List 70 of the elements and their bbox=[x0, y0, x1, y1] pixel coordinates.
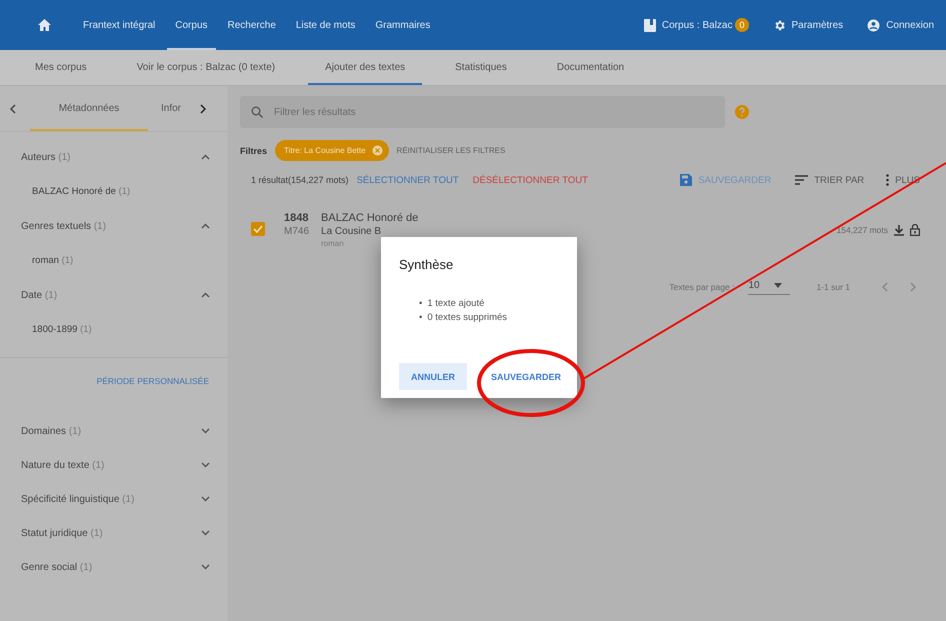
nav-tab[interactable]: Recherche bbox=[220, 0, 284, 50]
bullet: • bbox=[419, 297, 422, 311]
custom-period-link[interactable]: PÉRIODE PERSONNALISÉE bbox=[78, 358, 228, 404]
bullet: • bbox=[419, 311, 422, 325]
chevron-down-icon[interactable] bbox=[201, 564, 210, 570]
settings-link[interactable]: Paramètres bbox=[772, 18, 844, 32]
home-icon[interactable] bbox=[38, 19, 51, 31]
save-button[interactable]: SAUVEGARDER bbox=[479, 363, 574, 390]
chevron-up-icon[interactable] bbox=[201, 223, 210, 229]
result-summary: 1 résultat(154,227 mots) bbox=[251, 175, 349, 185]
per-page-label: Textes par page : bbox=[669, 282, 734, 292]
sub-tab[interactable]: Voir le corpus : Balzac (0 texte) bbox=[120, 50, 292, 85]
settings-icon bbox=[772, 18, 786, 32]
facet-value[interactable]: 1800-1899 (1) bbox=[32, 324, 92, 335]
chevron-left-icon[interactable] bbox=[10, 104, 16, 114]
genre-text: roman bbox=[321, 239, 345, 248]
sub-tab[interactable]: Ajouter des textes bbox=[308, 50, 422, 85]
author-name: BALZAC Honoré de bbox=[321, 212, 418, 224]
sidebar-tab[interactable]: Métadonnées bbox=[30, 86, 148, 131]
cancel-button[interactable]: ANNULER bbox=[399, 363, 467, 390]
account-icon bbox=[867, 18, 880, 32]
facet-label[interactable]: Auteurs (1) bbox=[21, 152, 70, 162]
facet-label[interactable]: Genre social (1) bbox=[21, 562, 92, 572]
nav-tab[interactable]: Grammaires bbox=[367, 0, 438, 50]
chevron-down-icon[interactable] bbox=[201, 462, 210, 468]
dropdown-caret-icon bbox=[774, 283, 782, 288]
chevron-down-icon[interactable] bbox=[201, 428, 210, 434]
sidebar-tab[interactable]: Infor bbox=[152, 86, 190, 131]
sort-link[interactable]: TRIER PAR bbox=[795, 174, 864, 186]
facet-value[interactable]: BALZAC Honoré de (1) bbox=[32, 186, 130, 197]
page-range: 1-1 sur 1 bbox=[816, 282, 850, 292]
login-link[interactable]: Connexion bbox=[867, 18, 934, 32]
lock-icon[interactable] bbox=[910, 224, 920, 236]
checkbox[interactable] bbox=[251, 222, 265, 236]
chevron-up-icon[interactable] bbox=[201, 154, 210, 160]
word-count: 154,227 mots bbox=[836, 225, 888, 235]
facet-label[interactable]: Statut juridique (1) bbox=[21, 528, 103, 538]
corpus-link[interactable]: Corpus : Balzac 0 bbox=[644, 18, 748, 32]
dialog-title: Synthèse bbox=[399, 257, 454, 272]
chevron-right-icon[interactable] bbox=[200, 104, 206, 114]
nav-tab[interactable]: Frantext intégral bbox=[75, 0, 164, 50]
chevron-up-icon[interactable] bbox=[201, 292, 210, 298]
filters-label: Filtres bbox=[240, 146, 268, 156]
chevron-down-icon[interactable] bbox=[201, 496, 210, 502]
count-badge: 0 bbox=[735, 18, 748, 32]
download-icon[interactable] bbox=[894, 224, 904, 236]
summary-line: 1 texte ajouté bbox=[427, 297, 484, 311]
summary-line: 0 textes supprimés bbox=[427, 311, 508, 325]
facet-label[interactable]: Genres textuels (1) bbox=[21, 220, 106, 232]
filter-search-field[interactable]: Filtrer les résultats bbox=[240, 96, 725, 128]
book-icon bbox=[644, 18, 656, 32]
text-id: M746 bbox=[284, 226, 310, 237]
year-text: 1848 bbox=[284, 212, 310, 224]
sub-tab[interactable]: Statistiques bbox=[438, 50, 524, 85]
sub-tab[interactable]: Mes corpus bbox=[18, 50, 104, 85]
reset-filters-link[interactable]: RÉINITIALISER LES FILTRES bbox=[396, 146, 506, 155]
nav-tab[interactable]: Liste de mots bbox=[288, 0, 364, 50]
more-vertical-icon bbox=[886, 174, 890, 186]
chevron-down-icon[interactable] bbox=[201, 530, 210, 536]
sub-tab[interactable]: Documentation bbox=[540, 50, 642, 85]
search-icon bbox=[251, 106, 263, 118]
sort-icon bbox=[795, 175, 808, 185]
text-title[interactable]: La Cousine B bbox=[321, 226, 418, 237]
facet-label[interactable]: Nature du texte (1) bbox=[21, 460, 104, 470]
facet-label[interactable]: Date (1) bbox=[21, 290, 58, 300]
facet-label[interactable]: Spécificité linguistique (1) bbox=[21, 494, 134, 504]
per-page-select[interactable]: 10 bbox=[748, 278, 790, 295]
nav-tab[interactable]: Corpus bbox=[167, 0, 216, 50]
facet-value[interactable]: roman (1) bbox=[32, 255, 74, 266]
facet-label[interactable]: Domaines (1) bbox=[21, 426, 82, 436]
